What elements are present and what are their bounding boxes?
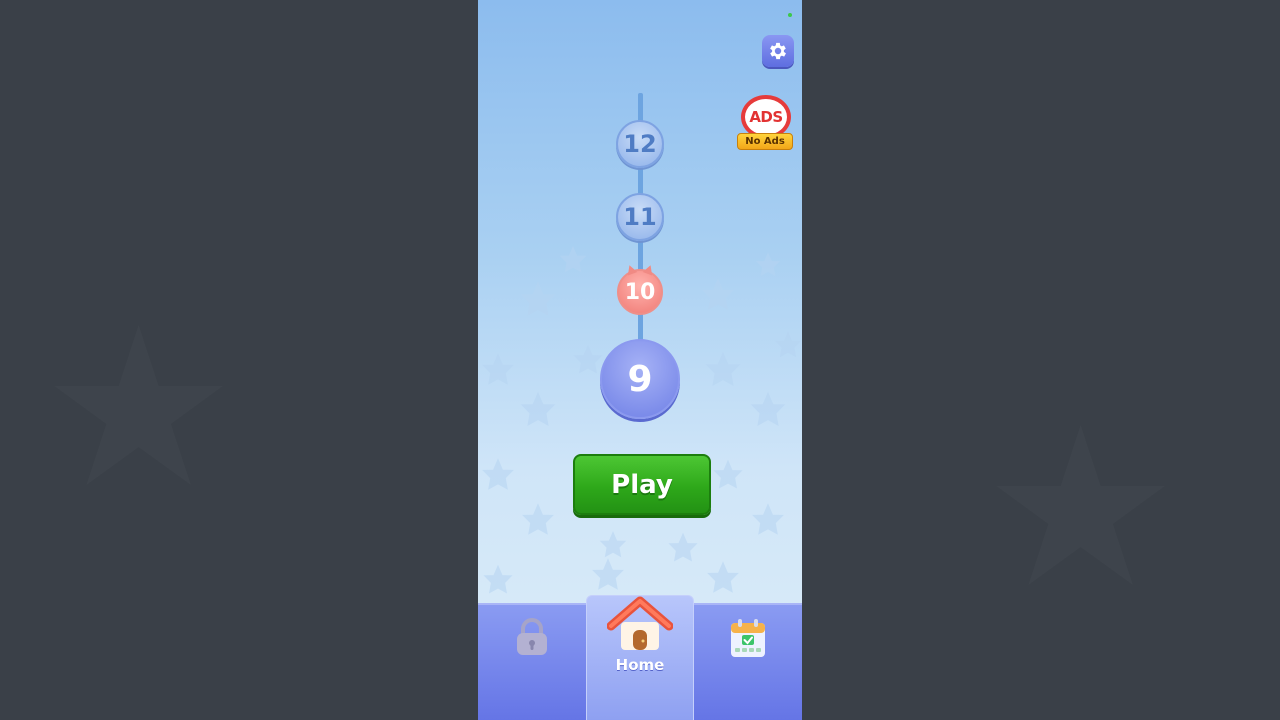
bottom-nav-bar: Home bbox=[478, 595, 802, 720]
level-number: 10 bbox=[624, 279, 656, 305]
tab-locked[interactable] bbox=[478, 605, 586, 720]
level-node-10-hard[interactable]: 10 bbox=[617, 269, 663, 315]
settings-button[interactable] bbox=[762, 35, 794, 67]
level-number: 12 bbox=[623, 130, 657, 158]
tab-daily[interactable] bbox=[694, 605, 802, 720]
no-ads-label: No Ads bbox=[737, 133, 793, 150]
padlock-icon bbox=[517, 618, 547, 655]
gear-icon bbox=[770, 42, 786, 60]
calendar-icon bbox=[731, 619, 765, 657]
play-button[interactable]: Play bbox=[573, 454, 711, 515]
level-number: 9 bbox=[627, 358, 653, 400]
left-backdrop: ★ bbox=[0, 0, 478, 720]
no-ads-button[interactable]: ADS No Ads bbox=[737, 95, 795, 153]
tab-home-label: Home bbox=[615, 656, 665, 674]
play-button-label: Play bbox=[611, 469, 673, 500]
level-node-9-current[interactable]: 9 bbox=[600, 339, 680, 419]
game-screen: ADS No Ads 12 11 10 9 Play Home bbox=[478, 0, 802, 720]
level-node-12[interactable]: 12 bbox=[616, 120, 664, 168]
right-backdrop: ★ bbox=[802, 0, 1280, 720]
level-node-11[interactable]: 11 bbox=[616, 193, 664, 241]
no-ads-badge-text: ADS bbox=[749, 108, 783, 126]
status-dot bbox=[788, 13, 792, 17]
house-icon bbox=[607, 596, 673, 650]
level-number: 11 bbox=[623, 203, 657, 231]
tab-home[interactable]: Home bbox=[586, 595, 694, 720]
